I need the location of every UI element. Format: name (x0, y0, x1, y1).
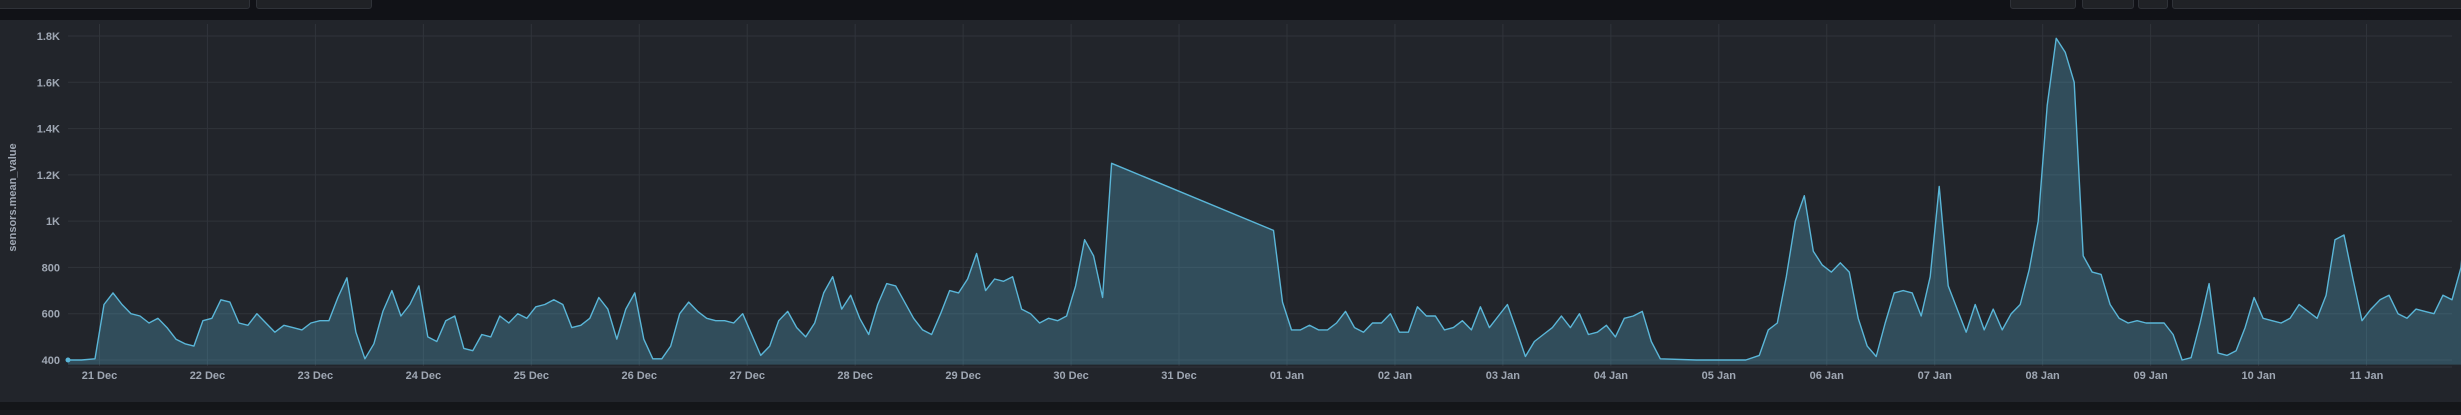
toolbar-button-1[interactable] (2010, 0, 2076, 9)
x-tick-label: 23 Dec (298, 370, 333, 382)
y-axis-label: sensors.mean_value (7, 143, 19, 251)
toolbar-button-2[interactable] (2082, 0, 2134, 9)
interval-selector[interactable] (256, 0, 372, 9)
x-tick-label: 24 Dec (406, 370, 441, 382)
y-tick-label: 1.8K (37, 31, 60, 43)
query-input[interactable] (0, 0, 250, 9)
x-tick-label: 26 Dec (622, 370, 657, 382)
panel-bottom-border (0, 402, 2461, 410)
series-area (68, 38, 2461, 365)
series-start-point (65, 357, 71, 363)
x-tick-label: 28 Dec (837, 370, 872, 382)
x-tick-label: 29 Dec (945, 370, 980, 382)
y-tick-label: 1.2K (37, 170, 60, 182)
x-tick-label: 27 Dec (729, 370, 764, 382)
x-tick-label: 11 Jan (2350, 370, 2384, 382)
x-tick-label: 02 Jan (1378, 370, 1413, 382)
x-tick-label: 21 Dec (82, 370, 117, 382)
x-tick-label: 30 Dec (1053, 370, 1088, 382)
x-tick-label: 10 Jan (2241, 370, 2276, 382)
y-tick-label: 1.6K (37, 77, 60, 89)
x-tick-label: 05 Jan (1702, 370, 1737, 382)
x-tick-label: 25 Dec (514, 370, 549, 382)
x-tick-label: 06 Jan (1810, 370, 1845, 382)
x-tick-label: 03 Jan (1486, 370, 1521, 382)
x-tick-label: 08 Jan (2026, 370, 2061, 382)
x-tick-label: 01 Jan (1270, 370, 1305, 382)
y-tick-label: 1.4K (37, 124, 60, 136)
time-series-chart: 400 600 800 1K 1.2K 1.4K 1.6K 1.8K 21 Dec 22 Dec 2… (7, 24, 2461, 382)
x-tick-label: 04 Jan (1594, 370, 1629, 382)
x-tick-label: 07 Jan (1918, 370, 1953, 382)
graph-panel: 400 600 800 1K 1.2K 1.4K 1.6K 1.8K 21 Dec 22 Dec 2… (0, 20, 2461, 410)
top-toolbar (0, 0, 2461, 20)
y-tick-label: 400 (42, 355, 60, 367)
y-tick-label: 600 (42, 309, 60, 321)
x-tick-label: 09 Jan (2134, 370, 2169, 382)
search-box[interactable] (2172, 0, 2461, 9)
y-tick-label: 1K (46, 216, 60, 228)
x-tick-label: 31 Dec (1161, 370, 1196, 382)
toolbar-button-3[interactable] (2138, 0, 2168, 9)
y-tick-label: 800 (42, 262, 60, 274)
x-tick-label: 22 Dec (190, 370, 225, 382)
